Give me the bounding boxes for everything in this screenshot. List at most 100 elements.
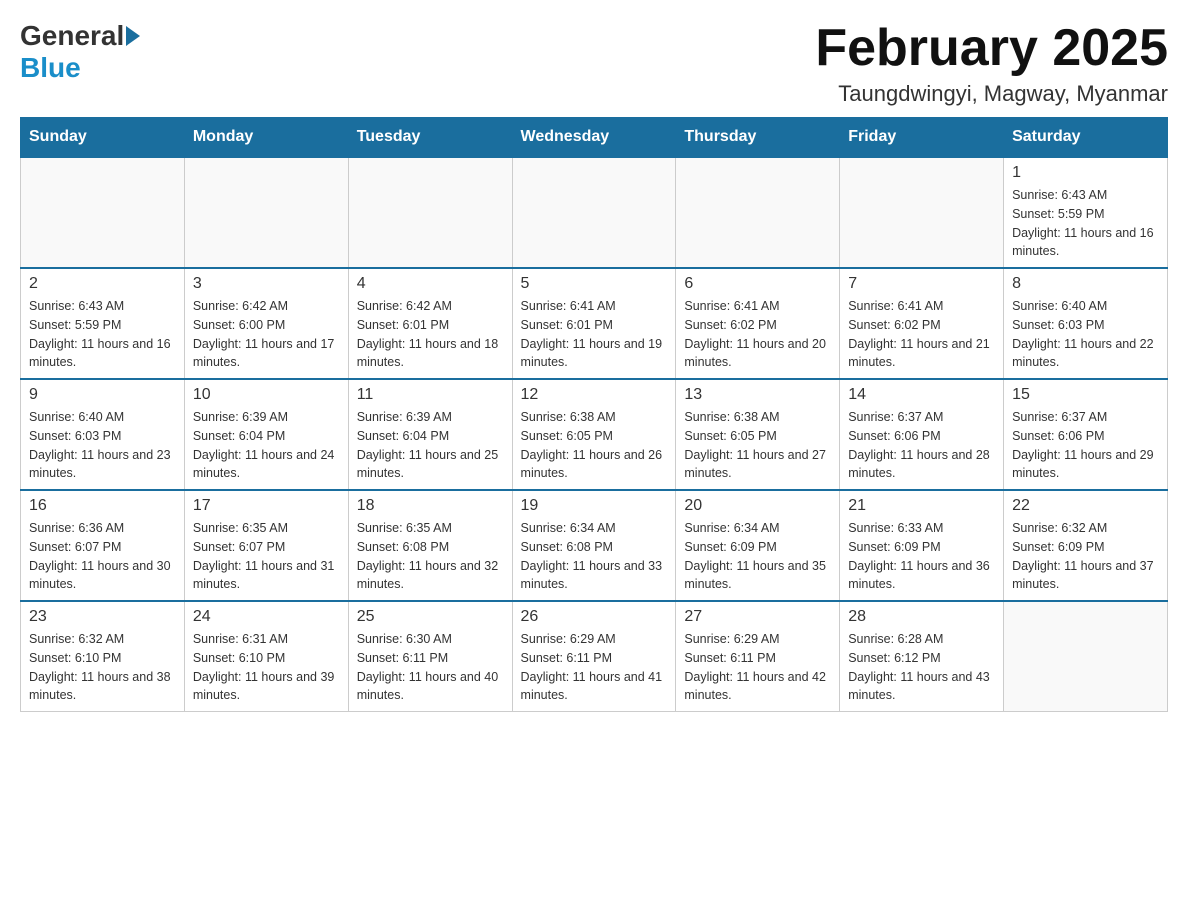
day-info: Sunrise: 6:34 AMSunset: 6:08 PMDaylight:…	[521, 519, 668, 594]
col-monday: Monday	[184, 118, 348, 158]
table-row: 5 Sunrise: 6:41 AMSunset: 6:01 PMDaylight…	[512, 268, 676, 379]
day-info: Sunrise: 6:40 AMSunset: 6:03 PMDaylight:…	[29, 408, 176, 483]
table-row: 2 Sunrise: 6:43 AMSunset: 5:59 PMDaylight…	[21, 268, 185, 379]
table-row: 3 Sunrise: 6:42 AMSunset: 6:00 PMDaylight…	[184, 268, 348, 379]
table-row: 4 Sunrise: 6:42 AMSunset: 6:01 PMDaylight…	[348, 268, 512, 379]
logo-blue-text: Blue	[20, 52, 81, 83]
day-number: 18	[357, 497, 504, 515]
month-title: February 2025	[815, 20, 1168, 77]
day-number: 9	[29, 386, 176, 404]
day-info: Sunrise: 6:36 AMSunset: 6:07 PMDaylight:…	[29, 519, 176, 594]
calendar-week-row: 23Sunrise: 6:32 AMSunset: 6:10 PMDayligh…	[21, 601, 1168, 712]
day-number: 4	[357, 275, 504, 293]
table-row: 21 Sunrise: 6:33 AMSunset: 6:09 PMDayligh…	[840, 490, 1004, 601]
day-info: Sunrise: 6:30 AMSunset: 6:11 PMDaylight:…	[357, 630, 504, 705]
col-friday: Friday	[840, 118, 1004, 158]
day-number: 22	[1012, 497, 1159, 515]
table-row: 8Sunrise: 6:40 AMSunset: 6:03 PMDaylight…	[1004, 268, 1168, 379]
day-number: 26	[521, 608, 668, 626]
table-row: 11Sunrise: 6:39 AMSunset: 6:04 PMDayligh…	[348, 379, 512, 490]
day-info: Sunrise: 6:32 AMSunset: 6:10 PMDaylight:…	[29, 630, 176, 705]
table-row: 19 Sunrise: 6:34 AMSunset: 6:08 PMDayligh…	[512, 490, 676, 601]
table-row	[348, 157, 512, 268]
logo-general-text: General	[20, 20, 124, 52]
table-row	[1004, 601, 1168, 712]
table-row: 17 Sunrise: 6:35 AMSunset: 6:07 PMDayligh…	[184, 490, 348, 601]
day-info: Sunrise: 6:29 AMSunset: 6:11 PMDaylight:…	[521, 630, 668, 705]
day-number: 17	[193, 497, 340, 515]
day-info: Sunrise: 6:39 AMSunset: 6:04 PMDaylight:…	[357, 408, 504, 483]
day-info: Sunrise: 6:28 AMSunset: 6:12 PMDaylight:…	[848, 630, 995, 705]
day-info: Sunrise: 6:43 AMSunset: 5:59 PMDaylight:…	[1012, 186, 1159, 261]
table-row: 26 Sunrise: 6:29 AMSunset: 6:11 PMDayligh…	[512, 601, 676, 712]
day-info: Sunrise: 6:31 AMSunset: 6:10 PMDaylight:…	[193, 630, 340, 705]
table-row: 16 Sunrise: 6:36 AMSunset: 6:07 PMDayligh…	[21, 490, 185, 601]
day-info: Sunrise: 6:33 AMSunset: 6:09 PMDaylight:…	[848, 519, 995, 594]
table-row: 6Sunrise: 6:41 AMSunset: 6:02 PMDaylight…	[676, 268, 840, 379]
day-number: 16	[29, 497, 176, 515]
table-row: 28 Sunrise: 6:28 AMSunset: 6:12 PMDayligh…	[840, 601, 1004, 712]
day-info: Sunrise: 6:37 AMSunset: 6:06 PMDaylight:…	[1012, 408, 1159, 483]
title-section: February 2025 Taungdwingyi, Magway, Myan…	[815, 20, 1168, 107]
day-info: Sunrise: 6:41 AMSunset: 6:01 PMDaylight:…	[521, 297, 668, 372]
calendar-week-row: 2 Sunrise: 6:43 AMSunset: 5:59 PMDaylight…	[21, 268, 1168, 379]
table-row: 22 Sunrise: 6:32 AMSunset: 6:09 PMDayligh…	[1004, 490, 1168, 601]
calendar-header-row: Sunday Monday Tuesday Wednesday Thursday…	[21, 118, 1168, 158]
day-number: 3	[193, 275, 340, 293]
logo-arrow-icon	[126, 26, 140, 46]
table-row	[512, 157, 676, 268]
day-number: 24	[193, 608, 340, 626]
day-number: 21	[848, 497, 995, 515]
day-info: Sunrise: 6:42 AMSunset: 6:00 PMDaylight:…	[193, 297, 340, 372]
day-number: 6	[684, 275, 831, 293]
day-number: 20	[684, 497, 831, 515]
day-info: Sunrise: 6:42 AMSunset: 6:01 PMDaylight:…	[357, 297, 504, 372]
day-number: 8	[1012, 275, 1159, 293]
day-info: Sunrise: 6:39 AMSunset: 6:04 PMDaylight:…	[193, 408, 340, 483]
table-row: 20 Sunrise: 6:34 AMSunset: 6:09 PMDayligh…	[676, 490, 840, 601]
calendar-week-row: 16 Sunrise: 6:36 AMSunset: 6:07 PMDayligh…	[21, 490, 1168, 601]
calendar-week-row: 1 Sunrise: 6:43 AMSunset: 5:59 PMDaylight…	[21, 157, 1168, 268]
table-row: 13 Sunrise: 6:38 AMSunset: 6:05 PMDayligh…	[676, 379, 840, 490]
table-row: 14 Sunrise: 6:37 AMSunset: 6:06 PMDayligh…	[840, 379, 1004, 490]
day-number: 13	[684, 386, 831, 404]
day-number: 10	[193, 386, 340, 404]
day-number: 28	[848, 608, 995, 626]
day-number: 27	[684, 608, 831, 626]
table-row: 12Sunrise: 6:38 AMSunset: 6:05 PMDayligh…	[512, 379, 676, 490]
table-row	[21, 157, 185, 268]
calendar-table: Sunday Monday Tuesday Wednesday Thursday…	[20, 117, 1168, 712]
col-sunday: Sunday	[21, 118, 185, 158]
day-number: 5	[521, 275, 668, 293]
day-info: Sunrise: 6:43 AMSunset: 5:59 PMDaylight:…	[29, 297, 176, 372]
day-info: Sunrise: 6:37 AMSunset: 6:06 PMDaylight:…	[848, 408, 995, 483]
day-number: 2	[29, 275, 176, 293]
day-info: Sunrise: 6:38 AMSunset: 6:05 PMDaylight:…	[684, 408, 831, 483]
table-row	[840, 157, 1004, 268]
day-number: 1	[1012, 164, 1159, 182]
day-number: 19	[521, 497, 668, 515]
col-saturday: Saturday	[1004, 118, 1168, 158]
day-number: 15	[1012, 386, 1159, 404]
day-info: Sunrise: 6:41 AMSunset: 6:02 PMDaylight:…	[848, 297, 995, 372]
day-info: Sunrise: 6:38 AMSunset: 6:05 PMDaylight:…	[521, 408, 668, 483]
day-number: 25	[357, 608, 504, 626]
day-number: 7	[848, 275, 995, 293]
day-info: Sunrise: 6:34 AMSunset: 6:09 PMDaylight:…	[684, 519, 831, 594]
table-row: 25 Sunrise: 6:30 AMSunset: 6:11 PMDayligh…	[348, 601, 512, 712]
calendar-week-row: 9 Sunrise: 6:40 AMSunset: 6:03 PMDaylight…	[21, 379, 1168, 490]
table-row: 1 Sunrise: 6:43 AMSunset: 5:59 PMDaylight…	[1004, 157, 1168, 268]
day-info: Sunrise: 6:32 AMSunset: 6:09 PMDaylight:…	[1012, 519, 1159, 594]
day-number: 14	[848, 386, 995, 404]
logo: General Blue	[20, 20, 142, 84]
col-tuesday: Tuesday	[348, 118, 512, 158]
day-info: Sunrise: 6:29 AMSunset: 6:11 PMDaylight:…	[684, 630, 831, 705]
page-header: General Blue February 2025 Taungdwingyi,…	[20, 20, 1168, 107]
table-row: 9 Sunrise: 6:40 AMSunset: 6:03 PMDaylight…	[21, 379, 185, 490]
table-row: 18Sunrise: 6:35 AMSunset: 6:08 PMDayligh…	[348, 490, 512, 601]
col-thursday: Thursday	[676, 118, 840, 158]
table-row: 10 Sunrise: 6:39 AMSunset: 6:04 PMDayligh…	[184, 379, 348, 490]
day-info: Sunrise: 6:35 AMSunset: 6:07 PMDaylight:…	[193, 519, 340, 594]
table-row	[676, 157, 840, 268]
table-row: 15 Sunrise: 6:37 AMSunset: 6:06 PMDayligh…	[1004, 379, 1168, 490]
